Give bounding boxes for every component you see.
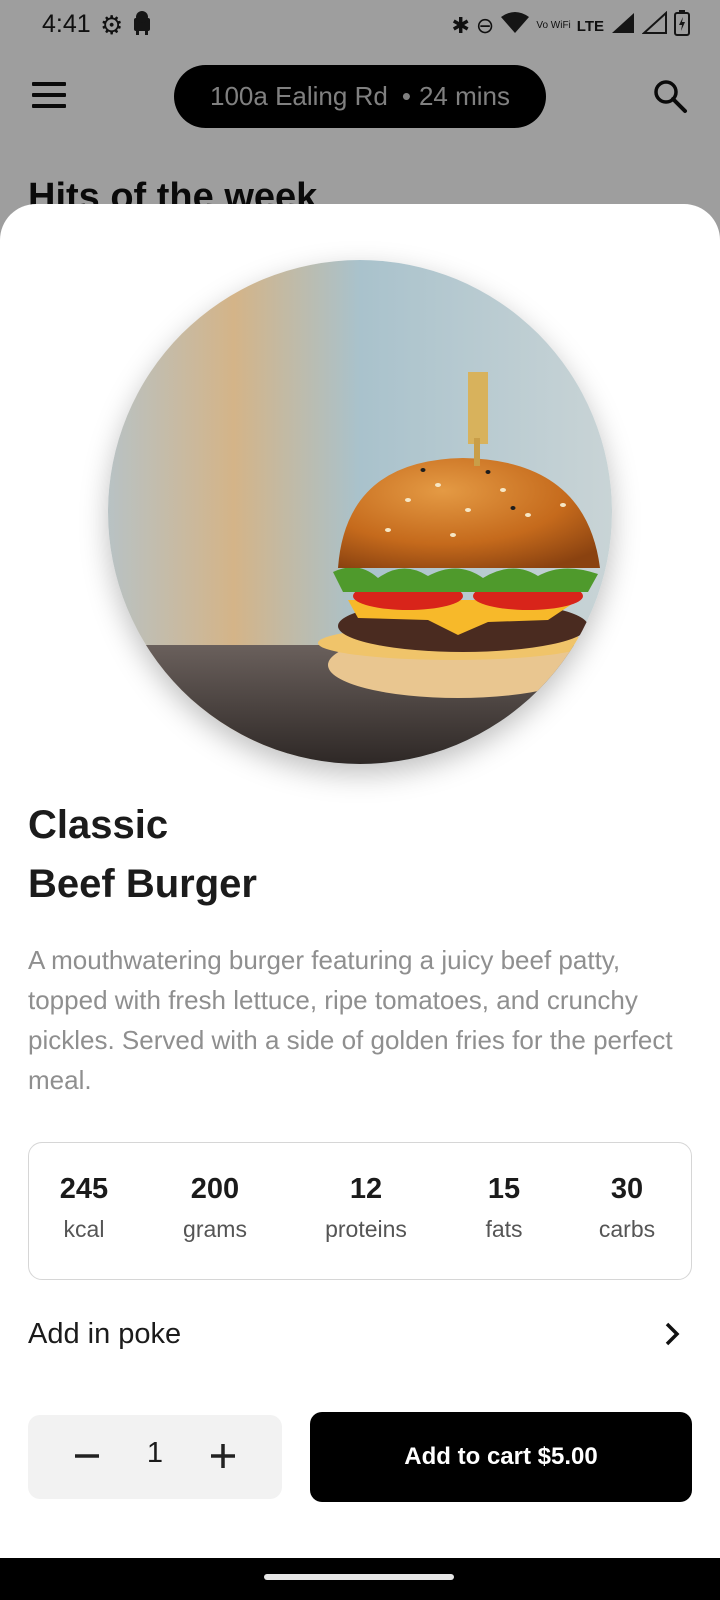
minus-icon[interactable] <box>72 1441 102 1471</box>
nutrition-panel: 245 kcal 200 grams 12 proteins 15 fats 3… <box>28 1142 692 1280</box>
dish-title: Classic Beef Burger <box>28 796 257 914</box>
plus-icon[interactable] <box>208 1441 238 1471</box>
nutrition-item-grams: 200 grams <box>155 1173 275 1243</box>
quantity-value: 1 <box>146 1437 164 1469</box>
addon-row[interactable]: Add in poke <box>28 1304 692 1364</box>
dish-image <box>108 260 612 764</box>
nutrition-item-kcal: 245 kcal <box>24 1173 144 1243</box>
nutrition-item-proteins: 12 proteins <box>306 1173 426 1243</box>
dish-title-line2: Beef Burger <box>28 862 257 906</box>
dish-detail-sheet: Classic Beef Burger A mouthwatering burg… <box>0 204 720 1558</box>
system-nav-bar <box>0 1558 720 1600</box>
nutrition-value: 245 <box>59 1173 109 1205</box>
addon-label: Add in poke <box>28 1318 182 1350</box>
nutrition-unit: carbs <box>598 1216 656 1242</box>
home-indicator[interactable] <box>264 1574 454 1580</box>
nutrition-item-carbs: 30 carbs <box>567 1173 687 1243</box>
nutrition-value: 15 <box>487 1173 521 1205</box>
nutrition-unit: grams <box>183 1216 247 1242</box>
quantity-stepper: 1 <box>28 1415 282 1499</box>
nutrition-value: 200 <box>190 1173 240 1205</box>
add-to-cart-button[interactable]: Add to cart $5.00 <box>310 1412 692 1502</box>
nutrition-unit: fats <box>485 1216 523 1242</box>
dish-title-line1: Classic <box>28 803 169 847</box>
nutrition-value: 30 <box>610 1173 644 1205</box>
chevron-right-icon <box>660 1322 684 1346</box>
nutrition-unit: kcal <box>63 1216 105 1242</box>
dish-description: A mouthwatering burger featuring a juicy… <box>28 945 673 1095</box>
nutrition-item-fats: 15 fats <box>444 1173 564 1243</box>
nutrition-value: 12 <box>349 1173 383 1205</box>
nutrition-unit: proteins <box>325 1216 407 1242</box>
